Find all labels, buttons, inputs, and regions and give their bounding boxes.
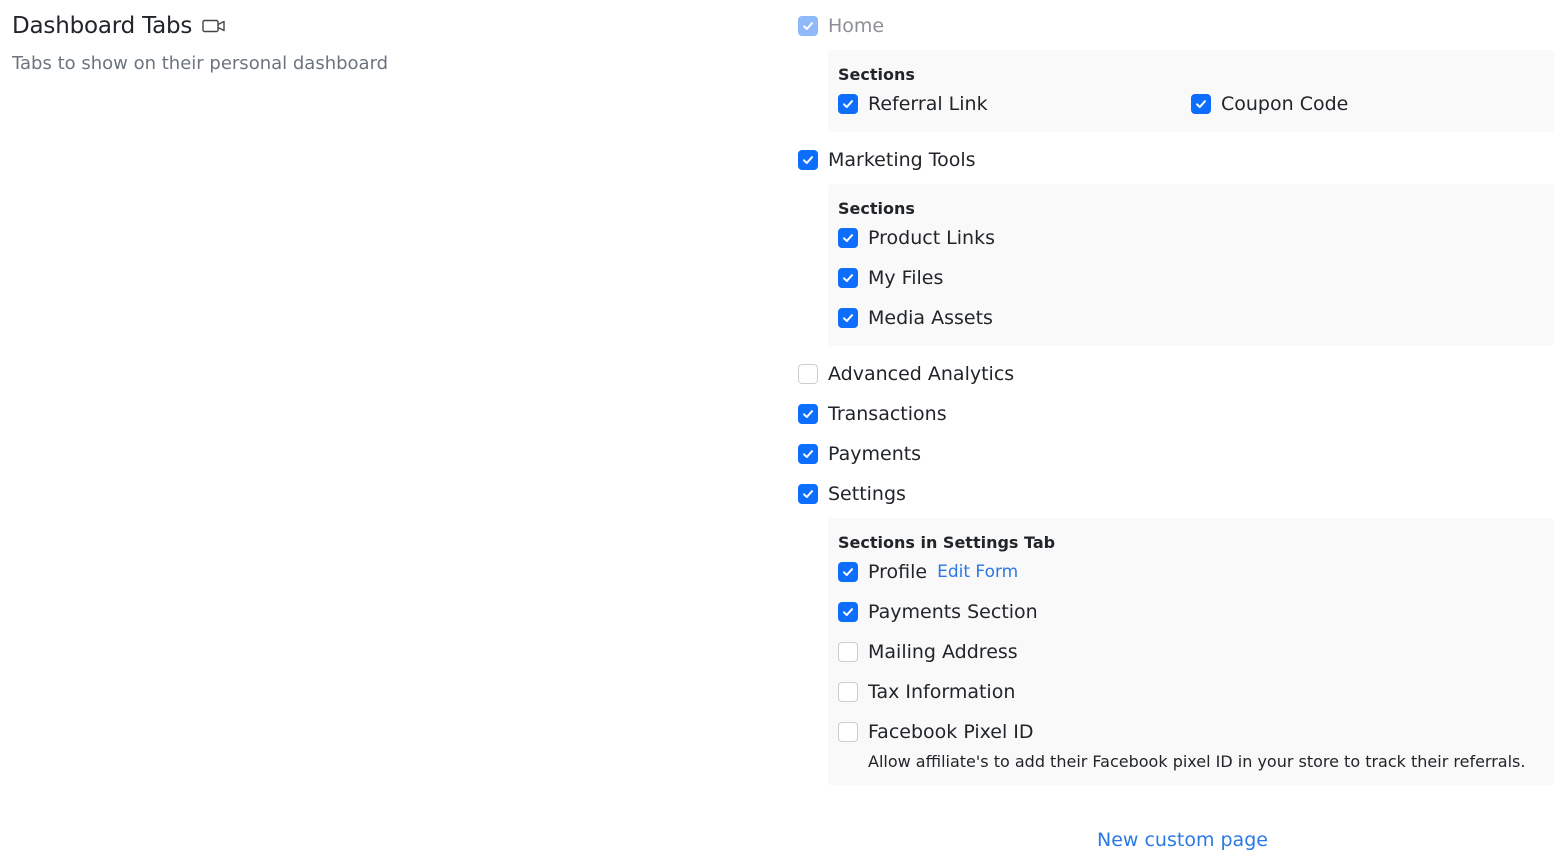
transactions-label: Transactions: [828, 403, 947, 425]
home-label: Home: [828, 15, 885, 37]
tax-information-checkbox[interactable]: [838, 682, 858, 702]
home-sections-heading: Sections: [838, 65, 915, 84]
profile-checkbox[interactable]: [838, 562, 858, 582]
payments-label: Payments: [828, 443, 922, 465]
title-row: Dashboard Tabs: [12, 10, 712, 42]
new-custom-page-link[interactable]: New custom page: [1097, 829, 1268, 851]
profile-label: Profile: [868, 561, 928, 583]
home-checkbox: [798, 16, 818, 36]
tab-advanced-analytics: Advanced Analytics: [798, 358, 1554, 390]
page-title: Dashboard Tabs: [12, 13, 193, 39]
tab-payments: Payments: [798, 438, 1554, 470]
section-mailing-address: Mailing Address: [838, 636, 1544, 668]
settings-sections-box: Sections in Settings Tab Profile Edit Fo…: [828, 518, 1554, 785]
payments-checkbox[interactable]: [798, 444, 818, 464]
dashboard-tabs-settings: Dashboard Tabs Tabs to show on their per…: [0, 0, 1562, 865]
section-tax-information: Tax Information: [838, 676, 1544, 708]
section-product-links: Product Links: [838, 222, 1544, 254]
section-my-files: My Files: [838, 262, 1544, 294]
tab-marketing-tools: Marketing Tools: [798, 144, 1554, 176]
settings-checkbox[interactable]: [798, 484, 818, 504]
my-files-label: My Files: [868, 267, 944, 289]
tab-home: Home: [798, 10, 1554, 42]
section-referral-link: Referral Link: [838, 88, 1191, 120]
advanced-analytics-checkbox[interactable]: [798, 364, 818, 384]
media-assets-label: Media Assets: [868, 307, 993, 329]
section-payments-section: Payments Section: [838, 596, 1544, 628]
facebook-pixel-label: Facebook Pixel ID: [868, 721, 1034, 743]
referral-link-checkbox[interactable]: [838, 94, 858, 114]
coupon-code-label: Coupon Code: [1221, 93, 1349, 115]
tab-transactions: Transactions: [798, 398, 1554, 430]
marketing-tools-label: Marketing Tools: [828, 149, 976, 171]
facebook-pixel-help: Allow affiliate's to add their Facebook …: [868, 752, 1526, 771]
section-coupon-code: Coupon Code: [1191, 88, 1544, 120]
referral-link-label: Referral Link: [868, 93, 988, 115]
tab-settings: Settings: [798, 478, 1554, 510]
product-links-label: Product Links: [868, 227, 995, 249]
section-profile: Profile Edit Form: [838, 556, 1544, 588]
section-media-assets: Media Assets: [838, 302, 1544, 334]
payments-section-checkbox[interactable]: [838, 602, 858, 622]
settings-sections-heading: Sections in Settings Tab: [838, 533, 1056, 552]
tabs-list: Home Sections Referral Link Coupon Code: [798, 10, 1554, 797]
transactions-checkbox[interactable]: [798, 404, 818, 424]
my-files-checkbox[interactable]: [838, 268, 858, 288]
mailing-address-label: Mailing Address: [868, 641, 1018, 663]
home-sections-box: Sections Referral Link Coupon Code: [828, 50, 1554, 132]
settings-description: Dashboard Tabs Tabs to show on their per…: [12, 10, 712, 74]
product-links-checkbox[interactable]: [838, 228, 858, 248]
marketing-tools-checkbox[interactable]: [798, 150, 818, 170]
payments-section-label: Payments Section: [868, 601, 1038, 623]
section-facebook-pixel: Facebook Pixel ID: [838, 716, 1544, 748]
tax-information-label: Tax Information: [868, 681, 1016, 703]
coupon-code-checkbox[interactable]: [1191, 94, 1211, 114]
settings-label: Settings: [828, 483, 906, 505]
home-sections-grid: Referral Link Coupon Code: [838, 88, 1544, 128]
marketing-sections-box: Sections Product Links My Files Media As…: [828, 184, 1554, 346]
facebook-pixel-checkbox[interactable]: [838, 722, 858, 742]
media-assets-checkbox[interactable]: [838, 308, 858, 328]
edit-form-link[interactable]: Edit Form: [937, 562, 1018, 582]
video-camera-icon[interactable]: [202, 17, 226, 35]
marketing-sections-heading: Sections: [838, 199, 915, 218]
page-subtitle: Tabs to show on their personal dashboard: [12, 53, 389, 74]
advanced-analytics-label: Advanced Analytics: [828, 363, 1015, 385]
mailing-address-checkbox[interactable]: [838, 642, 858, 662]
